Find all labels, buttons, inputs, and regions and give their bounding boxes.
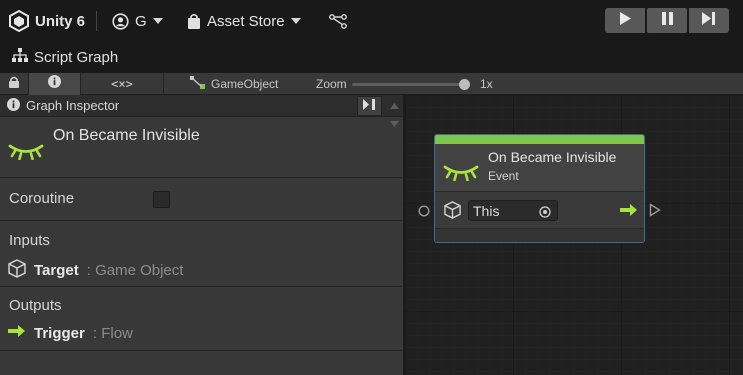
node-footer xyxy=(435,228,644,242)
inputs-section: Inputs Target : Game Object xyxy=(0,221,402,287)
store-bag-icon xyxy=(187,13,201,30)
event-header-section: On Became Invisible xyxy=(0,117,402,178)
node-body: This xyxy=(435,193,644,228)
flow-arrow-icon xyxy=(8,324,26,342)
graph-inspector-panel: Graph Inspector On Became Invisible Coro… xyxy=(0,95,404,375)
account-label: G xyxy=(135,12,147,30)
graph-inspector-toggle[interactable] xyxy=(29,73,81,95)
window-title: Script Graph xyxy=(34,48,119,66)
unity-version-button[interactable]: Unity 6 xyxy=(9,9,85,33)
hierarchy-icon xyxy=(12,47,28,67)
dock-panel-button[interactable] xyxy=(357,96,382,116)
node-header: On Became Invisible Event xyxy=(435,144,644,192)
input-port-name: Target xyxy=(34,262,79,279)
lock-icon xyxy=(9,75,19,93)
inputs-heading: Inputs xyxy=(9,232,50,249)
coroutine-checkbox[interactable] xyxy=(153,191,170,208)
inspector-title: Graph Inspector xyxy=(26,98,120,113)
coroutine-row: Coroutine xyxy=(0,178,402,221)
event-node[interactable]: On Became Invisible Event This xyxy=(434,134,645,243)
inspector-header: Graph Inspector xyxy=(0,95,403,117)
flow-arrow-icon xyxy=(620,203,638,222)
graph-toolbar: <×> GameObject Zoom 1x xyxy=(0,72,743,95)
target-field-value: This xyxy=(473,202,500,219)
coroutine-label: Coroutine xyxy=(9,190,75,207)
node-output-port[interactable] xyxy=(649,203,661,222)
account-icon xyxy=(112,12,129,30)
chevron-down-icon xyxy=(152,17,163,25)
panel-collapse-icon xyxy=(363,97,376,115)
node-subtitle: Event xyxy=(488,169,519,183)
script-graph-tab[interactable]: Script Graph xyxy=(0,42,743,72)
step-button[interactable] xyxy=(689,8,729,33)
info-icon xyxy=(48,75,61,93)
breadcrumb[interactable]: GameObject xyxy=(190,73,278,95)
blackboard-toggle[interactable]: <×> xyxy=(81,73,164,95)
zoom-label: Zoom xyxy=(316,77,347,91)
node-color-strip xyxy=(435,135,644,144)
variables-icon: <×> xyxy=(111,77,133,91)
node-title: On Became Invisible xyxy=(488,149,617,165)
eye-closed-icon xyxy=(8,143,44,165)
target-icon[interactable] xyxy=(539,205,551,221)
unity-logo-icon xyxy=(9,10,29,32)
event-title: On Became Invisible xyxy=(53,127,200,144)
output-port-name: Trigger xyxy=(34,324,85,342)
output-port-trigger: Trigger : Flow xyxy=(8,324,133,342)
node-input-port[interactable] xyxy=(418,204,430,222)
zoom-value: 1x xyxy=(480,77,493,91)
input-port-type: : Game Object xyxy=(86,262,184,279)
zoom-slider[interactable] xyxy=(352,79,470,90)
chevron-down-icon xyxy=(290,17,301,25)
version-control-button[interactable] xyxy=(329,9,347,33)
play-icon xyxy=(619,11,631,30)
version-control-icon xyxy=(329,13,347,29)
pause-icon xyxy=(661,11,673,30)
cube-icon xyxy=(444,201,461,224)
product-label: Unity 6 xyxy=(35,12,86,30)
input-port-target: Target : Game Object xyxy=(8,259,183,282)
inspector-scrollbar[interactable] xyxy=(386,95,402,127)
toolbar-divider xyxy=(96,11,97,31)
outputs-heading: Outputs xyxy=(9,297,62,314)
play-button[interactable] xyxy=(605,8,645,33)
lock-toggle[interactable] xyxy=(0,73,29,95)
playmode-controls xyxy=(605,8,729,33)
target-field[interactable]: This xyxy=(468,200,558,221)
output-port-type: : Flow xyxy=(92,324,133,342)
pause-button[interactable] xyxy=(647,8,687,33)
scroll-up-icon xyxy=(389,96,399,114)
outputs-section: Outputs Trigger : Flow xyxy=(0,287,402,351)
zoom-slider-thumb[interactable] xyxy=(458,79,470,90)
asset-store-label: Asset Store xyxy=(207,12,285,30)
asset-store-button[interactable]: Asset Store xyxy=(187,9,301,33)
eye-closed-icon xyxy=(443,164,479,186)
breadcrumb-label: GameObject xyxy=(211,77,279,91)
info-icon xyxy=(7,97,20,114)
cube-icon xyxy=(8,259,26,282)
gameobject-icon xyxy=(190,76,205,92)
account-button[interactable]: G xyxy=(112,9,163,33)
main-toolbar: Unity 6 G Asset Store xyxy=(0,0,743,42)
step-icon xyxy=(702,11,716,30)
